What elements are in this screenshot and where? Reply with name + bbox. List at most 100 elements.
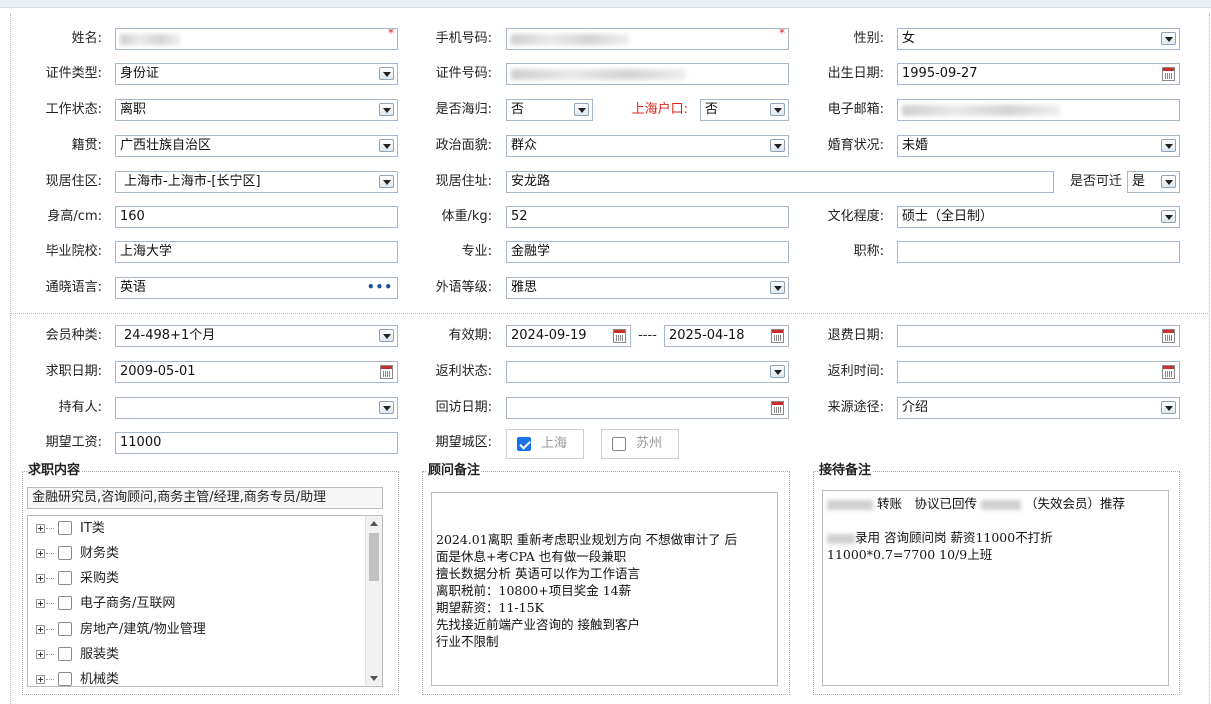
expand-icon[interactable]	[36, 524, 45, 533]
idno-input[interactable]	[506, 63, 789, 85]
checkbox-icon[interactable]	[58, 672, 72, 686]
langlevel-value: 雅思	[511, 280, 538, 295]
chevron-down-icon[interactable]	[379, 139, 394, 152]
checkbox-icon[interactable]	[58, 622, 72, 636]
visit-date-input[interactable]	[506, 397, 789, 419]
more-icon[interactable]: •••	[367, 281, 393, 293]
expand-icon[interactable]	[36, 549, 45, 558]
checkbox-checked-icon[interactable]	[517, 437, 531, 451]
chevron-down-icon[interactable]	[1161, 139, 1176, 152]
language-input[interactable]: 英语 •••	[115, 277, 398, 299]
expand-icon[interactable]	[36, 599, 45, 608]
address-input[interactable]: 安龙路	[506, 171, 1054, 193]
calendar-icon[interactable]	[613, 329, 626, 343]
member-type-select[interactable]: 24-498+1个月	[115, 325, 398, 347]
weight-input[interactable]: 52	[506, 206, 789, 228]
name-input[interactable]: *	[115, 28, 398, 50]
tree-scrollbar[interactable]	[365, 516, 382, 686]
langlevel-label: 外语等级:	[435, 280, 492, 295]
political-value: 群众	[511, 138, 538, 153]
chevron-down-icon[interactable]	[770, 365, 785, 378]
workstatus-value: 离职	[120, 102, 147, 117]
school-input[interactable]: 上海大学	[115, 241, 398, 263]
salary-input[interactable]: 11000	[115, 432, 398, 454]
chevron-down-icon[interactable]	[379, 401, 394, 414]
origin-label: 籍贯:	[71, 138, 102, 153]
langlevel-select[interactable]: 雅思	[506, 277, 789, 299]
calendar-icon[interactable]	[771, 401, 784, 415]
calendar-icon[interactable]	[1162, 67, 1175, 81]
major-input[interactable]: 金融学	[506, 241, 789, 263]
rebate-select[interactable]	[506, 361, 789, 383]
expand-icon[interactable]	[36, 675, 45, 684]
reception-notes-textarea[interactable]: 转账 协议已回传 （失效会员）推荐 录用 咨询顾问岗 薪资11000不打折 11…	[822, 490, 1169, 686]
district-value: 上海市-上海市-[长宁区]	[124, 174, 261, 189]
required-mark: *	[779, 28, 785, 40]
note-line	[436, 514, 773, 531]
checkbox-icon[interactable]	[58, 521, 72, 535]
city-option-suzhou[interactable]: 苏州	[601, 429, 679, 459]
checkbox-icon[interactable]	[612, 437, 626, 451]
expand-icon[interactable]	[36, 625, 45, 634]
chevron-down-icon[interactable]	[379, 67, 394, 80]
redacted-text	[511, 34, 629, 45]
redacted-text	[827, 533, 855, 544]
workstatus-select[interactable]: 离职	[115, 99, 398, 121]
source-select[interactable]: 介绍	[897, 397, 1180, 419]
hukou-select[interactable]: 否	[700, 99, 789, 121]
refund-date-input[interactable]	[897, 325, 1180, 347]
idtype-select[interactable]: 身份证	[115, 63, 398, 85]
redacted-text	[511, 69, 686, 80]
political-select[interactable]: 群众	[506, 135, 789, 157]
rebatetime-input[interactable]	[897, 361, 1180, 383]
chevron-down-icon[interactable]	[1161, 32, 1176, 45]
calendar-icon[interactable]	[1162, 365, 1175, 379]
chevron-down-icon[interactable]	[770, 139, 785, 152]
chevron-down-icon[interactable]	[770, 281, 785, 294]
relocate-select[interactable]: 是	[1127, 171, 1180, 193]
chevron-down-icon[interactable]	[1161, 401, 1176, 414]
chevron-down-icon[interactable]	[574, 103, 589, 116]
city-option-shanghai[interactable]: 上海	[506, 429, 584, 459]
calendar-icon[interactable]	[771, 329, 784, 343]
marital-select[interactable]: 未婚	[897, 135, 1180, 157]
gender-select[interactable]: 女	[897, 28, 1180, 50]
holder-select[interactable]	[115, 397, 398, 419]
valid-from-input[interactable]: 2024-09-19	[506, 325, 631, 347]
chevron-down-icon[interactable]	[379, 329, 394, 342]
email-input[interactable]	[897, 99, 1180, 121]
calendar-icon[interactable]	[1162, 329, 1175, 343]
title-input[interactable]	[897, 241, 1180, 263]
overseas-select[interactable]: 否	[506, 99, 593, 121]
scroll-up-icon[interactable]	[370, 521, 378, 526]
political-label: 政治面貌:	[435, 138, 492, 153]
phone-input[interactable]: *	[506, 28, 789, 50]
advisor-notes-textarea[interactable]: 2024.01离职 重新考虑职业规划方向 不想做审计了 后 面是休息+考CPA …	[431, 492, 778, 686]
chevron-down-icon[interactable]	[770, 103, 785, 116]
scroll-down-icon[interactable]	[370, 676, 378, 681]
valid-to-input[interactable]: 2025-04-18	[664, 325, 789, 347]
scroll-thumb[interactable]	[369, 533, 379, 581]
chevron-down-icon[interactable]	[379, 175, 394, 188]
expand-icon[interactable]	[36, 650, 45, 659]
education-select[interactable]: 硕士（全日制）	[897, 206, 1180, 228]
checkbox-icon[interactable]	[58, 647, 72, 661]
checkbox-icon[interactable]	[58, 546, 72, 560]
height-input[interactable]: 160	[115, 206, 398, 228]
expand-icon[interactable]	[36, 574, 45, 583]
district-select[interactable]: 上海市-上海市-[长宁区]	[115, 171, 398, 193]
member-type-value: 24-498+1个月	[124, 328, 216, 343]
chevron-down-icon[interactable]	[379, 103, 394, 116]
origin-select[interactable]: 广西壮族自治区	[115, 135, 398, 157]
chevron-down-icon[interactable]	[1161, 210, 1176, 223]
calendar-icon[interactable]	[380, 365, 393, 379]
checkbox-icon[interactable]	[58, 596, 72, 610]
jobdate-label: 求职日期:	[45, 364, 102, 379]
checkbox-icon[interactable]	[58, 571, 72, 585]
hukou-value: 否	[705, 102, 719, 117]
birth-date-input[interactable]: 1995-09-27	[897, 63, 1180, 85]
job-category-tree[interactable]: IT类 财务类 采购类 电子商务/互联网 房地产/建筑/物业管理 服装类 机械类	[27, 515, 383, 687]
valid-label: 有效期:	[448, 328, 492, 343]
chevron-down-icon[interactable]	[1161, 175, 1176, 188]
jobdate-input[interactable]: 2009-05-01	[115, 361, 398, 383]
